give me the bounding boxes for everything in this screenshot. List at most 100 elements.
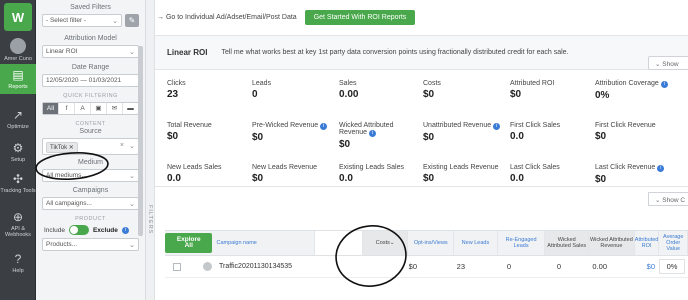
close-icon[interactable]: ✕: [69, 145, 74, 151]
metric-pre-wicked-revenue: Pre-Wicked Revenue i $0: [252, 122, 328, 143]
row-wicked-revenue[interactable]: $0: [611, 262, 659, 271]
avatar-icon: [10, 38, 26, 54]
metric-label: Attribution Coverage: [595, 80, 659, 87]
attribution-title: Attribution Model: [64, 35, 117, 42]
panel-scrollbar[interactable]: [138, 46, 143, 236]
metric-value: $0: [423, 173, 435, 184]
attribution-model-select[interactable]: Linear ROI ⌄: [42, 45, 139, 58]
include-exclude-toggle[interactable]: Include Exclude i: [44, 225, 139, 235]
filters-strip-label: FILTERS: [147, 205, 153, 235]
explore-cell: Explore All: [165, 231, 213, 255]
metric-label: Last Click Sales: [510, 164, 560, 171]
date-range-title: Date Range: [71, 64, 110, 71]
product-label: PRODUCT: [75, 216, 106, 222]
logo[interactable]: W: [4, 3, 32, 31]
col-costs[interactable]: Costs ⌄: [362, 231, 409, 255]
metric-total-revenue: Total Revenue $0: [167, 122, 212, 142]
source-tag-label: TikTok: [50, 145, 68, 151]
row-reengaged: 0: [556, 262, 561, 271]
rail-item-tracking[interactable]: ✣ Tracking Tools: [0, 172, 36, 194]
filters-collapse-strip[interactable]: FILTERS: [146, 0, 155, 300]
roi-header: Linear ROI Tell me what works best at ke…: [155, 36, 688, 70]
clear-icon[interactable]: ×: [120, 142, 124, 149]
rail-item-api[interactable]: ⊕ API & Webhooks: [0, 210, 36, 238]
rail-item-account[interactable]: Amer Cuno: [0, 38, 36, 62]
rail-item-optimize[interactable]: ↗ Optimize: [0, 108, 36, 130]
row-wicked-sales: 0.00: [592, 262, 607, 271]
go-to-individual-link[interactable]: → Go to Individual Ad/Adset/Email/Post D…: [157, 14, 297, 21]
row-opt-ins: 23: [456, 262, 465, 271]
exclude-label: Exclude: [92, 226, 118, 234]
info-icon[interactable]: i: [121, 226, 129, 234]
col-clicks[interactable]: [315, 231, 363, 255]
roi-title: Linear ROI: [167, 48, 208, 57]
quick-filter-facebook[interactable]: f: [59, 103, 75, 114]
quick-filter-email[interactable]: ✉: [107, 103, 123, 114]
date-range-input[interactable]: 12/05/2020 — 01/03/2021: [42, 74, 139, 87]
show-button[interactable]: ⌄ Show: [648, 56, 688, 70]
campaigns-title: Campaigns: [72, 187, 109, 194]
campaigns-select[interactable]: All campaigns... ⌄: [42, 197, 139, 210]
explore-all-button[interactable]: Explore All: [165, 233, 213, 253]
info-icon[interactable]: i: [493, 123, 501, 130]
col-attributed-roi[interactable]: Attributed ROI: [635, 231, 660, 255]
quick-filter-display[interactable]: ▣: [91, 103, 107, 114]
reports-icon: ▤: [12, 68, 24, 82]
help-icon: ?: [14, 252, 22, 266]
rail-label: Tracking Tools: [0, 188, 36, 194]
rail-item-reports[interactable]: ▤ Reports: [0, 64, 36, 94]
rail-item-help[interactable]: ? Help: [0, 252, 36, 274]
metric-value: $0: [423, 89, 435, 100]
get-started-button[interactable]: Get Started With ROI Reports: [304, 10, 416, 25]
metrics-grid: Clicks 23 Leads 0 Sales 0.00 Costs $0 Attrib…: [155, 70, 688, 187]
col-wicked-sales[interactable]: Wicked Attributed Sales: [545, 231, 590, 255]
saved-filter-select[interactable]: - Select filter - ⌄: [42, 14, 122, 27]
metric-wicked-attributed-revenue: Wicked Attributed Revenue i $0: [339, 122, 415, 150]
info-icon[interactable]: i: [320, 123, 328, 130]
api-icon: ⊕: [12, 210, 24, 224]
table-header: Explore All Campaign name Costs ⌄ Opt-in…: [165, 230, 688, 256]
edit-filter-button[interactable]: ✎: [125, 14, 139, 27]
avatar-icon: [203, 262, 212, 271]
medium-placeholder: All mediums...: [46, 172, 87, 179]
row-campaign-name[interactable]: Traffic20201130134535: [215, 263, 323, 270]
metric-label: Costs: [423, 80, 441, 87]
chevron-down-icon: ⌄: [129, 173, 135, 180]
col-new-leads[interactable]: New Leads: [454, 231, 498, 255]
rail-label: Reports: [8, 84, 28, 90]
chevron-down-icon: ⌄: [129, 201, 135, 208]
include-label: Include: [44, 226, 65, 234]
col-opt-ins[interactable]: Opt-ins/Views: [408, 231, 455, 255]
medium-select[interactable]: All mediums... ⌄: [42, 169, 139, 182]
quick-filter-all[interactable]: All: [43, 103, 59, 114]
show-columns-button[interactable]: ⌄ Show C: [648, 192, 688, 206]
table-row[interactable]: Traffic20201130134535 $0 23 0 0 0.00 $0 …: [165, 256, 688, 278]
filter-panel: Saved Filters - Select filter - ⌄ ✎ Attr…: [36, 0, 146, 300]
metric-value: $0: [167, 131, 179, 142]
metric-value: $0: [510, 89, 522, 100]
quick-filter-other[interactable]: ▬: [123, 103, 138, 114]
col-wicked-revenue[interactable]: Wicked Attributed Revenue: [589, 231, 635, 255]
info-icon[interactable]: i: [660, 81, 668, 88]
col-label: Costs: [375, 240, 390, 246]
quick-filtering-label: QUICK FILTERING: [63, 93, 118, 99]
info-icon[interactable]: i: [657, 165, 665, 172]
quick-filter-google[interactable]: A: [75, 103, 91, 114]
include-exclude-switch[interactable]: [68, 225, 89, 235]
source-select[interactable]: TikTok ✕ × ⌄: [42, 138, 139, 155]
rail-item-setup[interactable]: ⚙ Setup: [0, 141, 36, 163]
metric-value: 0.0: [167, 173, 181, 184]
metric-costs: Costs $0: [423, 80, 441, 100]
metric-value: $0: [252, 173, 264, 184]
metric-label: Unattributed Revenue: [423, 122, 492, 129]
col-reengaged-leads[interactable]: Re-Engaged Leads: [498, 231, 546, 255]
chevron-down-icon: ⌄: [129, 143, 135, 150]
col-campaign-name[interactable]: Campaign name: [212, 231, 316, 255]
metric-label: Sales: [339, 80, 357, 87]
medium-title: Medium: [78, 159, 103, 166]
col-average-order-value[interactable]: Average Order Value: [659, 231, 688, 255]
row-checkbox[interactable]: [173, 262, 181, 271]
source-tag[interactable]: TikTok ✕: [46, 142, 78, 153]
products-select[interactable]: Products... ⌄: [42, 238, 139, 251]
info-icon[interactable]: i: [368, 130, 376, 137]
